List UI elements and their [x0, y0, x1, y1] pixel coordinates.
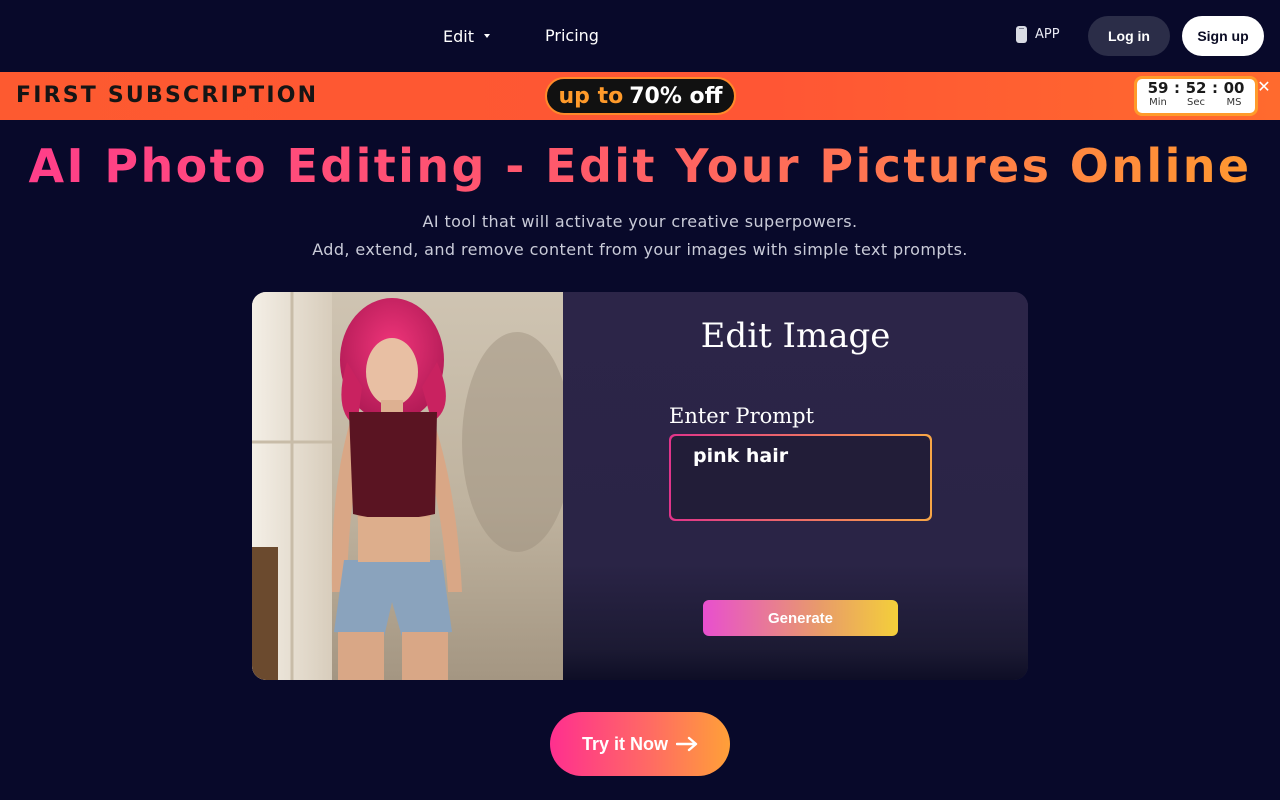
arrow-right-icon: [676, 736, 698, 752]
demo-photo: [252, 292, 563, 680]
timer-sec-value: 52: [1185, 79, 1207, 97]
phone-icon: [1016, 25, 1027, 43]
timer-seconds: 52 Sec: [1181, 80, 1211, 109]
nav-app-label: APP: [1035, 26, 1060, 42]
login-button[interactable]: Log in: [1088, 16, 1170, 56]
nav-edit-menu[interactable]: Edit: [443, 24, 490, 48]
promo-pill-prefix: up to: [558, 83, 624, 109]
demo-card: Edit Image Enter Prompt pink hair Genera…: [252, 292, 1028, 680]
prompt-label: Enter Prompt: [669, 404, 815, 428]
timer-ms-label: MS: [1226, 97, 1242, 108]
timer-minutes: 59 Min: [1143, 80, 1173, 109]
page-title: AI Photo Editing - Edit Your Pictures On…: [0, 138, 1280, 194]
signup-button[interactable]: Sign up: [1182, 16, 1264, 56]
promo-title: FIRST SUBSCRIPTION: [16, 83, 319, 108]
timer-separator: :: [1212, 79, 1218, 97]
edit-image-title: Edit Image: [700, 316, 891, 356]
try-it-now-button[interactable]: Try it Now: [550, 712, 730, 776]
nav-app-link[interactable]: APP: [1016, 24, 1060, 44]
promo-pill-offer: 70% off: [629, 83, 723, 109]
promo-discount-pill[interactable]: up to 70% off: [545, 77, 736, 115]
generate-button[interactable]: Generate: [703, 600, 898, 636]
timer-min-label: Min: [1149, 97, 1167, 108]
prompt-input-value: pink hair: [671, 436, 930, 519]
hero-subtitle-line1: AI tool that will activate your creative…: [422, 212, 858, 231]
close-icon[interactable]: ✕: [1255, 78, 1273, 96]
hero-subtitle: AI tool that will activate your creative…: [0, 208, 1280, 264]
timer-sec-label: Sec: [1187, 97, 1205, 108]
top-nav: Edit Pricing APP Log in Sign up: [0, 0, 1280, 72]
timer-separator: :: [1174, 79, 1180, 97]
chevron-down-icon: [483, 34, 490, 38]
nav-pricing-link[interactable]: Pricing: [545, 24, 599, 48]
cta-label: Try it Now: [581, 733, 668, 754]
countdown-timer: 59 Min : 52 Sec : 00 MS: [1134, 76, 1258, 116]
edit-image-panel: Edit Image Enter Prompt pink hair Genera…: [563, 292, 1028, 680]
timer-ms-value: 00: [1223, 79, 1245, 97]
timer-min-value: 59: [1147, 79, 1169, 97]
nav-edit-label: Edit: [443, 26, 474, 46]
timer-milliseconds: 00 MS: [1219, 80, 1249, 109]
hero-subtitle-line2: Add, extend, and remove content from you…: [312, 240, 968, 259]
prompt-input[interactable]: pink hair: [669, 434, 932, 521]
demo-photo-illustration: [252, 292, 563, 680]
